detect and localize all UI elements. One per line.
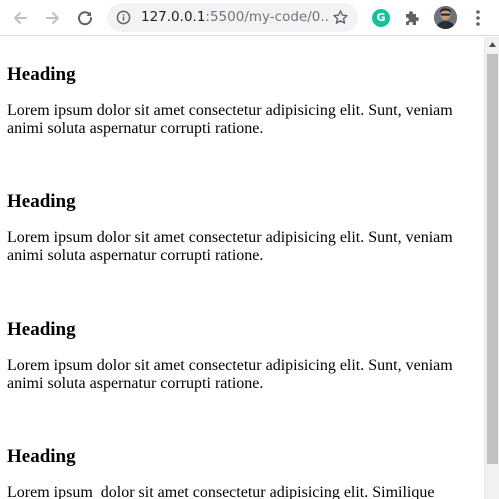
arrow-right-icon [46,12,59,24]
profile-photo [434,6,457,29]
section-heading: Heading [7,64,76,85]
forward-button[interactable] [40,5,66,31]
address-bar[interactable]: 127.0.0.1:5500/my-code/0... [107,3,358,32]
scrollbar-thumb[interactable] [487,54,498,464]
url-path: :5500/my-code/0... [205,9,329,25]
section-paragraph: Lorem ipsum dolor sit amet consectetur a… [7,102,453,137]
info-icon[interactable] [116,10,131,25]
browser-toolbar: 127.0.0.1:5500/my-code/0... G [0,0,499,36]
avatar[interactable] [434,6,457,29]
back-button[interactable] [7,5,33,31]
browser-window: 127.0.0.1:5500/my-code/0... G Heading Lo… [0,0,499,499]
section-heading: Heading [7,191,76,212]
scroll-up-button[interactable] [485,37,499,52]
star-icon[interactable] [332,9,349,26]
reload-icon [78,11,93,26]
section-heading: Heading [7,446,76,467]
arrow-left-icon [14,12,27,24]
puzzle-icon[interactable] [402,8,422,28]
page-viewport: Heading Lorem ipsum dolor sit amet conse… [0,37,484,499]
section-paragraph: Lorem ipsum dolor sit amet consectetur a… [7,229,453,264]
grammarly-icon[interactable]: G [372,9,390,27]
url-text[interactable]: 127.0.0.1:5500/my-code/0... [141,3,329,32]
section-paragraph: Lorem ipsum dolor sit amet consectetur a… [7,357,453,392]
kebab-menu-icon[interactable] [469,8,487,28]
url-host: 127.0.0.1 [141,9,206,25]
reload-button[interactable] [72,5,98,31]
vertical-scrollbar[interactable] [484,37,499,499]
triangle-up-icon [489,42,496,47]
section-heading: Heading [7,319,76,340]
section-paragraph: Lorem ipsum dolor sit amet consectetur a… [7,484,435,499]
